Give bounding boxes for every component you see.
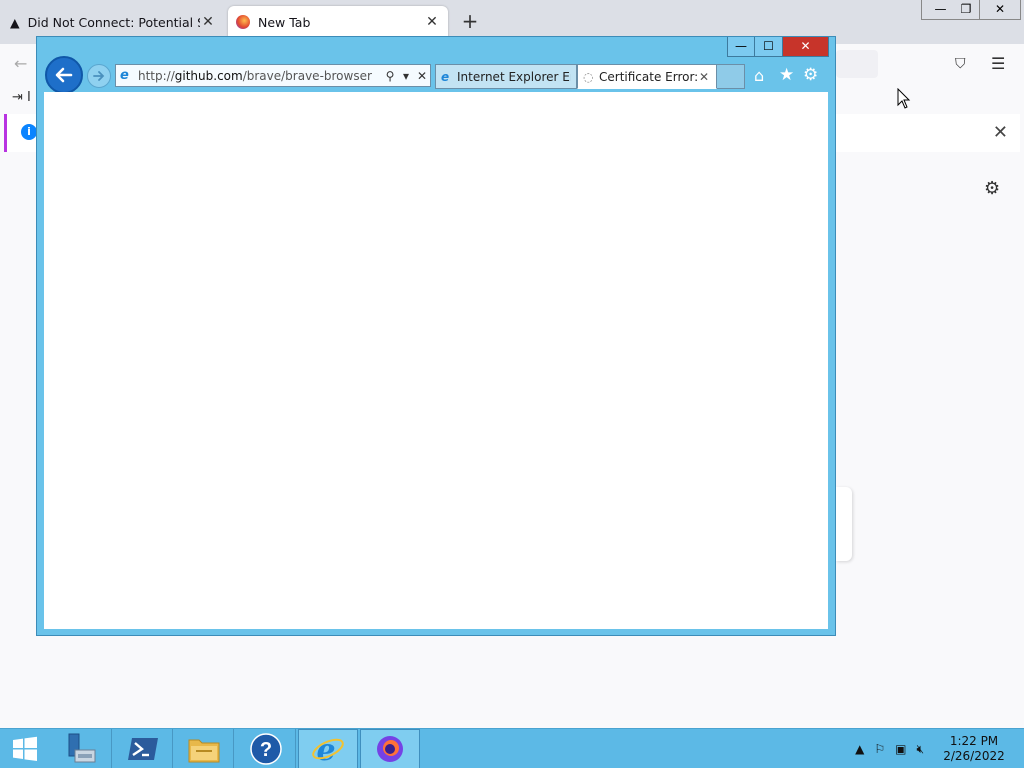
close-tab-icon[interactable]: ✕ [200, 14, 216, 30]
mouse-cursor-icon [897, 88, 911, 109]
forward-arrow-icon [93, 71, 105, 81]
tab-title: New Tab [258, 14, 311, 30]
start-button[interactable] [0, 729, 50, 768]
clock-time: 1:22 PM [949, 734, 999, 748]
ie-close-button[interactable]: ✕ [783, 37, 829, 57]
windows-logo-icon [13, 736, 37, 761]
taskbar-file-explorer[interactable] [174, 729, 234, 768]
chevron-up-icon[interactable]: ▲ [855, 742, 864, 756]
info-icon: i [21, 124, 37, 140]
firefox-content-card [836, 487, 852, 561]
firefox-icon [377, 736, 403, 762]
gear-icon[interactable]: ⚙ [803, 65, 818, 85]
ie-forward-button[interactable] [87, 64, 111, 88]
close-icon[interactable]: ✕ [993, 122, 1008, 143]
svg-text:e: e [316, 733, 335, 766]
ie-tab-internet-explorer[interactable]: e Internet Explorer En... [435, 64, 577, 89]
clock-date: 2/26/2022 [943, 749, 1005, 763]
ie-icon: e [120, 68, 129, 83]
network-icon[interactable]: ▣ [895, 742, 906, 756]
warning-icon: ▲ [10, 14, 20, 30]
ie-icon: e [312, 733, 344, 766]
ie-caption-buttons: — ☐ ✕ [727, 37, 829, 59]
home-icon[interactable]: ⌂ [754, 66, 764, 85]
ie-tab-certificate-error[interactable]: ◌ Certificate Error: ... ✕ [577, 64, 717, 89]
firefox-icon [236, 15, 250, 29]
back-arrow-icon [55, 67, 73, 83]
close-tab-icon[interactable]: ✕ [424, 14, 440, 30]
search-icon[interactable]: ⚲ [382, 69, 398, 83]
firefox-url-bar[interactable] [836, 50, 878, 78]
taskbar: ? e ▲ ⚐ ▣ 🔇︎ 1:22 PM 2/26/2022 [0, 728, 1024, 768]
url-text[interactable]: http://github.com/brave/brave-browser [138, 69, 382, 83]
bookmark-label: I [27, 90, 31, 105]
file-explorer-icon [188, 739, 219, 763]
firefox-tab-new-tab[interactable]: New Tab ✕ [228, 6, 448, 38]
taskbar-help[interactable]: ? [236, 729, 296, 768]
tab-title: Certificate Error: ... [599, 69, 699, 84]
hamburger-menu-icon[interactable]: ☰ [991, 54, 1005, 73]
pocket-icon[interactable]: ⛉ [955, 56, 966, 72]
server-manager-icon [68, 733, 95, 763]
url-path: /brave/brave-browser [242, 68, 372, 83]
ie-maximize-button[interactable]: ☐ [755, 37, 783, 57]
ie-back-button[interactable] [45, 56, 83, 94]
firefox-close-button[interactable]: ✕ [979, 0, 1021, 20]
taskbar-firefox[interactable] [360, 729, 420, 768]
ie-page-content [44, 92, 828, 629]
ie-minimize-button[interactable]: — [727, 37, 755, 57]
taskbar-powershell[interactable] [113, 729, 173, 768]
volume-muted-icon[interactable]: 🔇︎ [916, 742, 924, 757]
gear-icon[interactable]: ⚙ [984, 178, 1000, 199]
url-host: github.com [174, 68, 243, 83]
stop-icon[interactable]: ✕ [414, 69, 430, 83]
taskbar-clock[interactable]: 1:22 PM 2/26/2022 [934, 734, 1014, 764]
chevron-down-icon[interactable]: ▾ [398, 69, 414, 83]
ie-icon: e [441, 69, 450, 84]
tab-title: Internet Explorer En... [457, 69, 571, 84]
ie-new-tab-button[interactable] [717, 64, 745, 89]
help-icon: ? [249, 733, 282, 765]
loading-icon: ◌ [583, 69, 594, 84]
taskbar-server-manager[interactable] [52, 729, 112, 768]
new-tab-button[interactable]: + [458, 10, 482, 34]
taskbar-internet-explorer[interactable]: e [298, 729, 358, 768]
internet-explorer-window: — ☐ ✕ e http://github.com/brave/brave-br… [36, 36, 836, 636]
powershell-icon [127, 738, 158, 760]
flag-icon[interactable]: ⚐ [874, 742, 885, 756]
url-prefix: http:// [138, 68, 175, 83]
firefox-tab-did-not-connect[interactable]: ▲ Did Not Connect: Potential Secu ✕ [2, 6, 224, 38]
close-tab-icon[interactable]: ✕ [699, 70, 711, 84]
ie-address-bar[interactable]: e http://github.com/brave/brave-browser … [115, 64, 431, 87]
tab-title: Did Not Connect: Potential Secu [27, 14, 200, 30]
star-icon[interactable]: ★ [779, 65, 794, 85]
back-arrow-icon[interactable]: ← [14, 54, 27, 73]
system-tray: ▲ ⚐ ▣ 🔇︎ 1:22 PM 2/26/2022 [855, 729, 1024, 768]
svg-text:?: ? [259, 739, 271, 761]
sign-in-icon[interactable]: ⇥ I [12, 90, 31, 105]
